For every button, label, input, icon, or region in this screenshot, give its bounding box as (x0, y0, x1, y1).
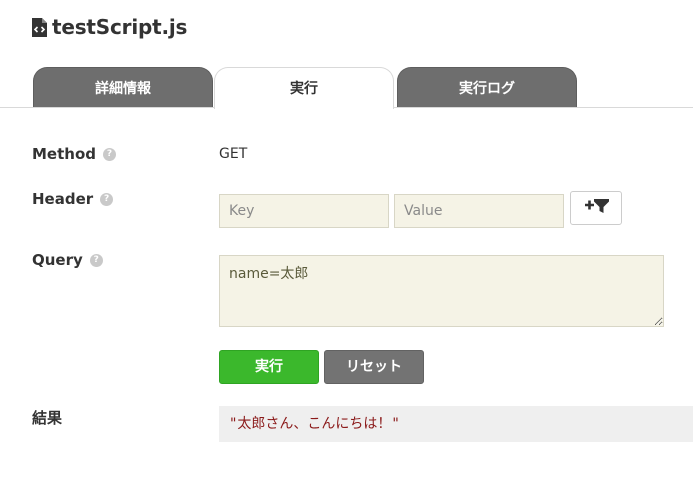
query-label: Query (32, 251, 83, 269)
query-textarea[interactable]: name=太郎 (219, 255, 664, 327)
result-output: "太郎さん、こんにちは！" (219, 406, 693, 442)
plus-filter-icon (583, 198, 610, 219)
method-help-icon[interactable]: ? (103, 147, 116, 161)
page-header: testScript.js (32, 14, 187, 40)
header-label-row: Header ? (32, 190, 114, 208)
method-value: GET (219, 146, 248, 162)
header-help-icon[interactable]: ? (100, 192, 114, 206)
header-label: Header (32, 190, 94, 208)
header-value-input[interactable] (394, 194, 564, 228)
header-key-input[interactable] (219, 194, 389, 228)
result-label: 結果 (32, 409, 63, 427)
run-button[interactable]: 実行 (219, 350, 319, 384)
js-file-icon (32, 17, 47, 37)
method-label-row: Method ? (32, 145, 116, 163)
tab-details[interactable]: 詳細情報 (33, 67, 213, 108)
tab-run[interactable]: 実行 (214, 67, 394, 109)
page-title: testScript.js (52, 15, 188, 39)
query-label-row: Query ? (32, 251, 103, 269)
query-help-icon[interactable]: ? (89, 253, 103, 267)
tab-run-log[interactable]: 実行ログ (397, 67, 577, 108)
result-label-row: 結果 (32, 407, 62, 428)
reset-button[interactable]: リセット (324, 350, 424, 384)
method-label: Method (32, 145, 96, 163)
add-header-button[interactable] (570, 191, 622, 225)
